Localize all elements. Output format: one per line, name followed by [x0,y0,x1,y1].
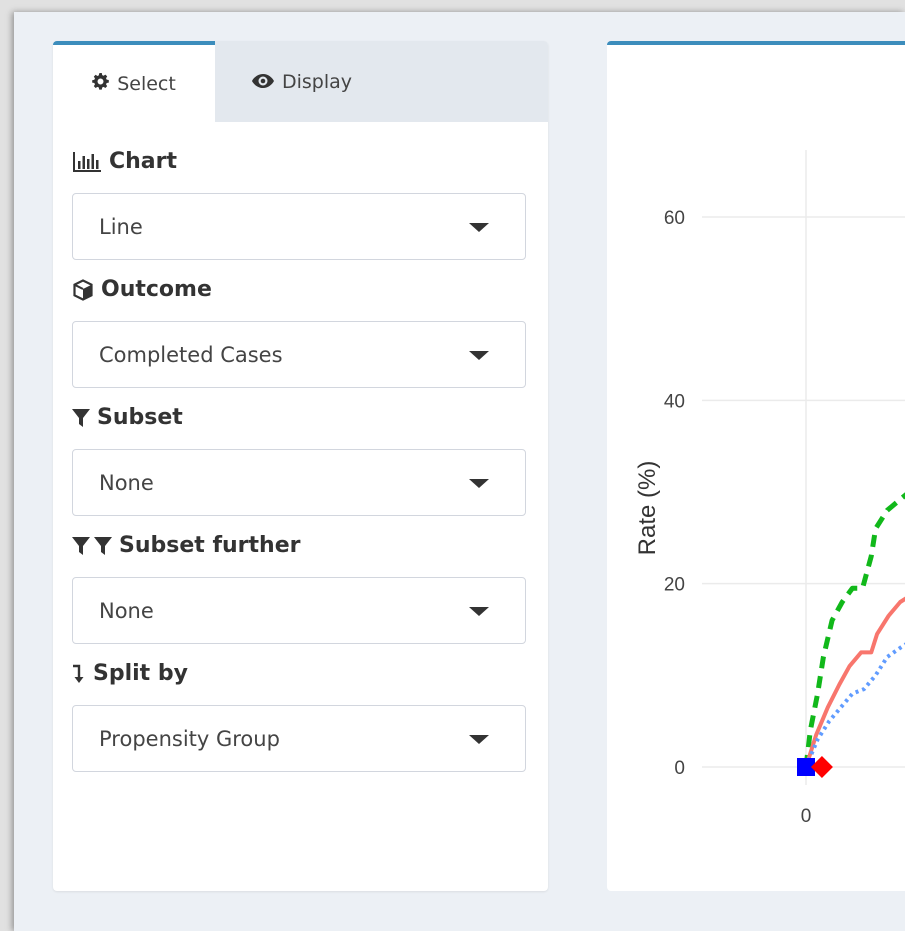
y-axis-label: Rate (%) [634,461,661,556]
subset-value: None [99,470,154,495]
subset-select[interactable]: None [72,449,526,516]
double-filter-icon [72,536,112,556]
tab-select-label: Select [117,72,176,95]
subset-further-select[interactable]: None [72,577,526,644]
tab-display[interactable]: Display [215,41,389,122]
filter-icon [72,408,90,428]
outcome-field-label: Outcome [72,277,212,302]
tab-display-label: Display [281,70,353,93]
gear-icon [92,72,109,95]
y-tick-label-1: 20 [664,575,685,596]
line-chart: 0 20 40 60 0 Rate (%) [634,150,905,827]
bar-chart-icon [72,151,102,173]
app-background: Select Display Chart Line Outcome Comple… [14,12,905,931]
subset-further-value: None [99,598,154,623]
split-by-field-label-text: Split by [93,661,188,686]
tab-bar: Select Display [53,41,548,122]
y-tick-label-2: 40 [664,391,685,412]
outcome-value: Completed Cases [99,342,283,367]
chart-type-value: Line [99,214,143,239]
split-by-value: Propensity Group [99,726,280,751]
cube-icon [72,278,94,301]
outcome-field-label-text: Outcome [101,277,212,302]
split-by-select[interactable]: Propensity Group [72,705,526,772]
subset-field-label-text: Subset [97,405,183,430]
chevron-down-icon [469,607,489,616]
eye-icon [251,71,274,93]
x-tick-label-0: 0 [801,806,812,827]
chevron-down-icon [469,479,489,488]
chevron-down-icon [469,223,489,232]
subset-further-field-label-text: Subset further [119,533,301,558]
subset-further-field-label: Subset further [72,533,300,558]
chart-type-select[interactable]: Line [72,193,526,260]
subset-field-label: Subset [72,405,183,430]
chevron-down-icon [469,735,489,744]
split-by-field-label: Split by [72,661,188,686]
control-panel: Select Display Chart Line Outcome Comple… [53,41,548,891]
y-tick-label-0: 0 [674,758,685,779]
tab-select[interactable]: Select [53,41,215,122]
chart-panel: 0 20 40 60 0 Rate (%) [607,41,905,891]
outcome-select[interactable]: Completed Cases [72,321,526,388]
chart-field-label: Chart [72,149,177,174]
arrow-down-split-icon [72,664,86,684]
chevron-down-icon [469,351,489,360]
y-tick-label-3: 60 [664,208,685,229]
chart-field-label-text: Chart [109,149,178,174]
